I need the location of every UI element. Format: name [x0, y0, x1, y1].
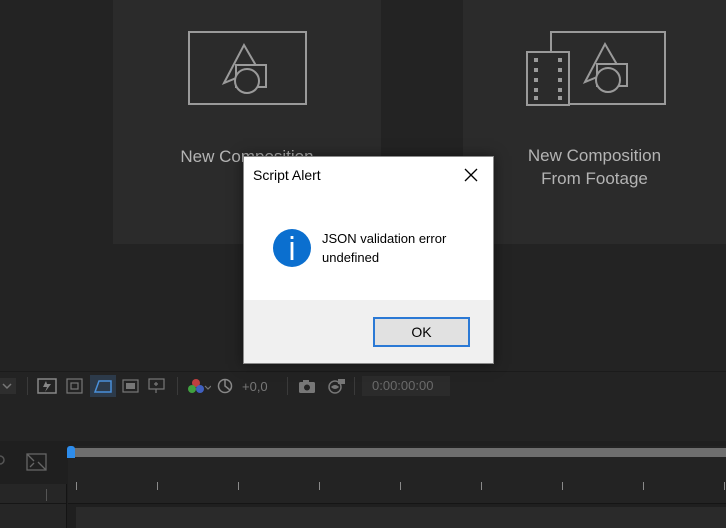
- separator: [354, 377, 355, 395]
- work-area-start-handle[interactable]: [67, 446, 75, 458]
- color-channels-icon[interactable]: [187, 378, 211, 394]
- composition-icon: [188, 31, 307, 105]
- timeline-track-row[interactable]: [76, 507, 726, 528]
- timeline-toolbar: +0,0 0:00:00:00: [0, 371, 726, 402]
- ruler-tick: [562, 482, 563, 490]
- ruler-baseline: [68, 503, 726, 504]
- exposure-value[interactable]: +0,0: [242, 379, 268, 394]
- ruler-tick: [724, 482, 725, 490]
- transparency-grid-icon[interactable]: [66, 378, 84, 394]
- mask-path-icon: [93, 380, 112, 393]
- script-alert-dialog: Script Alert JSON validation error undef…: [243, 156, 494, 364]
- message-line2: undefined: [322, 250, 380, 265]
- dialog-title: Script Alert: [253, 167, 321, 183]
- card-label-line1: New Composition: [527, 146, 662, 165]
- draft-3d-icon[interactable]: [26, 452, 48, 472]
- camera-icon[interactable]: [298, 378, 316, 394]
- separator: [27, 377, 28, 395]
- ok-button[interactable]: OK: [373, 317, 470, 347]
- reset-exposure-icon[interactable]: [217, 378, 235, 394]
- dialog-message: JSON validation error undefined: [322, 229, 446, 267]
- separator: [287, 377, 288, 395]
- region-of-interest-icon[interactable]: [122, 378, 140, 394]
- ruler-tick: [481, 482, 482, 490]
- fast-previews-icon[interactable]: [37, 378, 59, 394]
- message-line1: JSON validation error: [322, 231, 447, 246]
- ruler-tick: [643, 482, 644, 490]
- ruler-tick: [157, 482, 158, 490]
- chevron-down-icon[interactable]: [0, 378, 18, 394]
- layer-list-panel: [0, 484, 67, 528]
- separator: [177, 377, 178, 395]
- layer-list-divider: [0, 503, 66, 504]
- new-composition-from-footage-card[interactable]: New Composition From Footage: [463, 0, 726, 244]
- left-edge-icon: [0, 455, 5, 465]
- info-icon: [273, 229, 311, 267]
- close-button[interactable]: [457, 163, 485, 187]
- current-time-display[interactable]: 0:00:00:00: [362, 376, 450, 396]
- work-area-bar[interactable]: [72, 448, 726, 457]
- composition-from-footage-icon: [526, 31, 666, 106]
- ruler-tick: [76, 482, 77, 490]
- mask-visibility-button[interactable]: [90, 375, 116, 397]
- ok-button-label: OK: [411, 324, 432, 340]
- layer-list-marker: [46, 489, 47, 501]
- target-region-icon[interactable]: [148, 378, 166, 394]
- ruler-tick: [238, 482, 239, 490]
- timeline-header: [0, 401, 726, 441]
- ruler-tick: [319, 482, 320, 490]
- show-snapshot-icon[interactable]: [325, 378, 347, 394]
- card-label-line2: From Footage: [541, 169, 648, 188]
- close-icon: [464, 168, 478, 182]
- ruler-tick: [400, 482, 401, 490]
- new-composition-from-footage-label: New Composition From Footage: [463, 144, 726, 190]
